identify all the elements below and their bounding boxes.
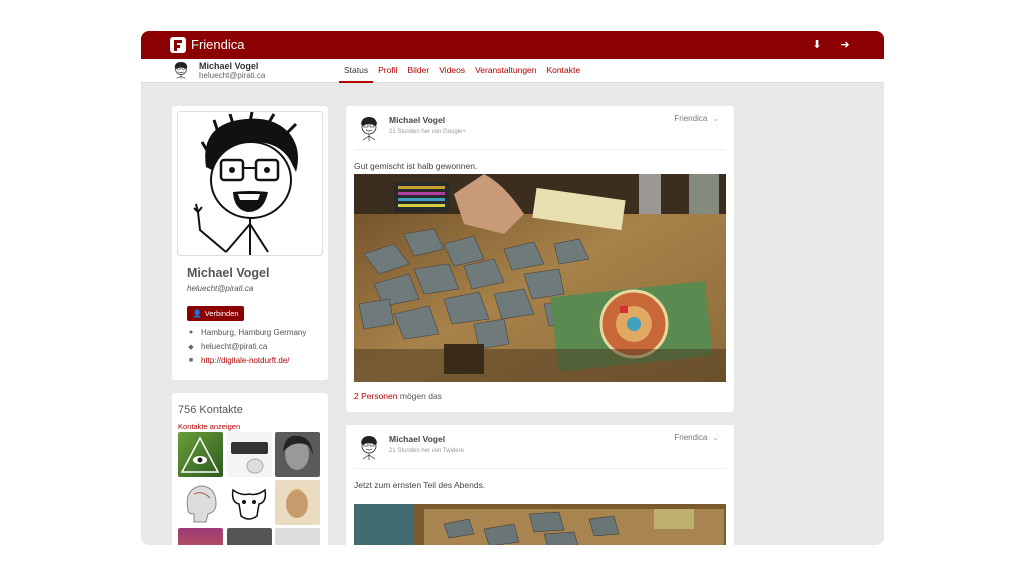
likes-count-link[interactable]: 2 Personen (354, 391, 397, 401)
location-row: ● Hamburg, Hamburg Germany (187, 328, 307, 337)
post-likes: 2 Personen mögen das (354, 391, 442, 401)
contact-avatar[interactable] (275, 432, 320, 477)
post-card: Michael Vogel 21 Stunden her von Twidere… (346, 425, 734, 545)
connect-button-label: Verbinden (204, 309, 239, 318)
post-network-label: Friendica (674, 433, 708, 442)
browser-window: Friendica ⬇ ➜ Michael Vogel heluecht@pir… (141, 31, 884, 545)
post-network-label: Friendica (674, 114, 708, 123)
homepage-row: ■ http://digitale-notdurft.de/ (187, 356, 290, 365)
tab-profil[interactable]: Profil (373, 59, 402, 83)
post-image[interactable] (354, 174, 726, 382)
profile-card: Michael Vogel heluecht@pirati.ca 👤 Verbi… (172, 106, 328, 380)
subnav-handle: heluecht@pirati.ca (199, 71, 266, 80)
post-image[interactable] (354, 504, 726, 545)
contact-avatar[interactable] (178, 480, 223, 525)
contact-avatar[interactable] (227, 528, 272, 545)
friendica-logo[interactable] (170, 37, 186, 53)
contacts-count: 756 Kontakte (178, 404, 243, 416)
external-link-icon: ■ (188, 357, 194, 364)
top-navbar: Friendica ⬇ ➜ (141, 31, 884, 59)
connect-button[interactable]: 👤 Verbinden (187, 306, 244, 321)
tab-bilder[interactable]: Bilder (402, 59, 434, 83)
contact-avatar[interactable] (178, 528, 223, 545)
contact-avatar[interactable] (275, 480, 320, 525)
tab-status[interactable]: Status (339, 59, 374, 83)
contacts-card: 756 Kontakte Kontakte anzeigen (172, 393, 328, 545)
contact-avatar[interactable] (178, 432, 223, 477)
post-text: Gut gemischt ist halb gewonnen. (354, 161, 478, 171)
divider (354, 468, 726, 469)
chevron-down-icon: ⌄ (712, 114, 719, 123)
post-meta: 21 Stunden her von Twidere (389, 448, 464, 454)
add-user-icon: 👤 (192, 309, 202, 318)
profile-photo[interactable] (177, 111, 323, 256)
post-network-menu[interactable]: Friendica ⌄ (674, 433, 719, 442)
tab-videos[interactable]: Videos (434, 59, 470, 83)
subnav-avatar[interactable] (172, 61, 190, 81)
tab-kontakte[interactable]: Kontakte (542, 59, 586, 83)
chat-row: ◆ heluecht@pirati.ca (187, 342, 267, 351)
post-author[interactable]: Michael Vogel (389, 115, 445, 125)
homepage-link[interactable]: http://digitale-notdurft.de/ (201, 356, 290, 365)
profile-tabs: Status Profil Bilder Videos Veranstaltun… (339, 59, 585, 83)
contact-avatar[interactable] (275, 528, 320, 545)
app-title[interactable]: Friendica (191, 37, 244, 52)
contact-avatar[interactable] (227, 432, 272, 477)
post-card: Michael Vogel 21 Stunden her von Google+… (346, 106, 734, 412)
subnav-name: Michael Vogel (199, 61, 259, 71)
post-meta: 21 Stunden her von Google+ (389, 129, 466, 135)
chat-text: heluecht@pirati.ca (201, 342, 268, 351)
profile-subnav: Michael Vogel heluecht@pirati.ca Status … (141, 59, 884, 83)
contact-avatar[interactable] (227, 480, 272, 525)
post-author[interactable]: Michael Vogel (389, 434, 445, 444)
post-author-avatar[interactable] (358, 435, 380, 461)
chevron-down-icon: ⌄ (712, 433, 719, 442)
post-network-menu[interactable]: Friendica ⌄ (674, 114, 719, 123)
post-text: Jetzt zum ernsten Teil des Abends. (354, 480, 486, 490)
profile-handle: heluecht@pirati.ca (187, 284, 254, 293)
download-icon[interactable]: ⬇ (810, 38, 824, 52)
divider (354, 149, 726, 150)
chat-icon: ◆ (188, 343, 194, 351)
profile-name: Michael Vogel (187, 266, 270, 280)
map-marker-icon: ● (188, 329, 194, 336)
location-text: Hamburg, Hamburg Germany (201, 328, 307, 337)
likes-suffix: mögen das (399, 391, 442, 401)
post-author-avatar[interactable] (358, 116, 380, 142)
show-contacts-link[interactable]: Kontakte anzeigen (178, 422, 240, 431)
tab-veranstaltungen[interactable]: Veranstaltungen (470, 59, 541, 83)
login-icon[interactable]: ➜ (838, 38, 852, 52)
